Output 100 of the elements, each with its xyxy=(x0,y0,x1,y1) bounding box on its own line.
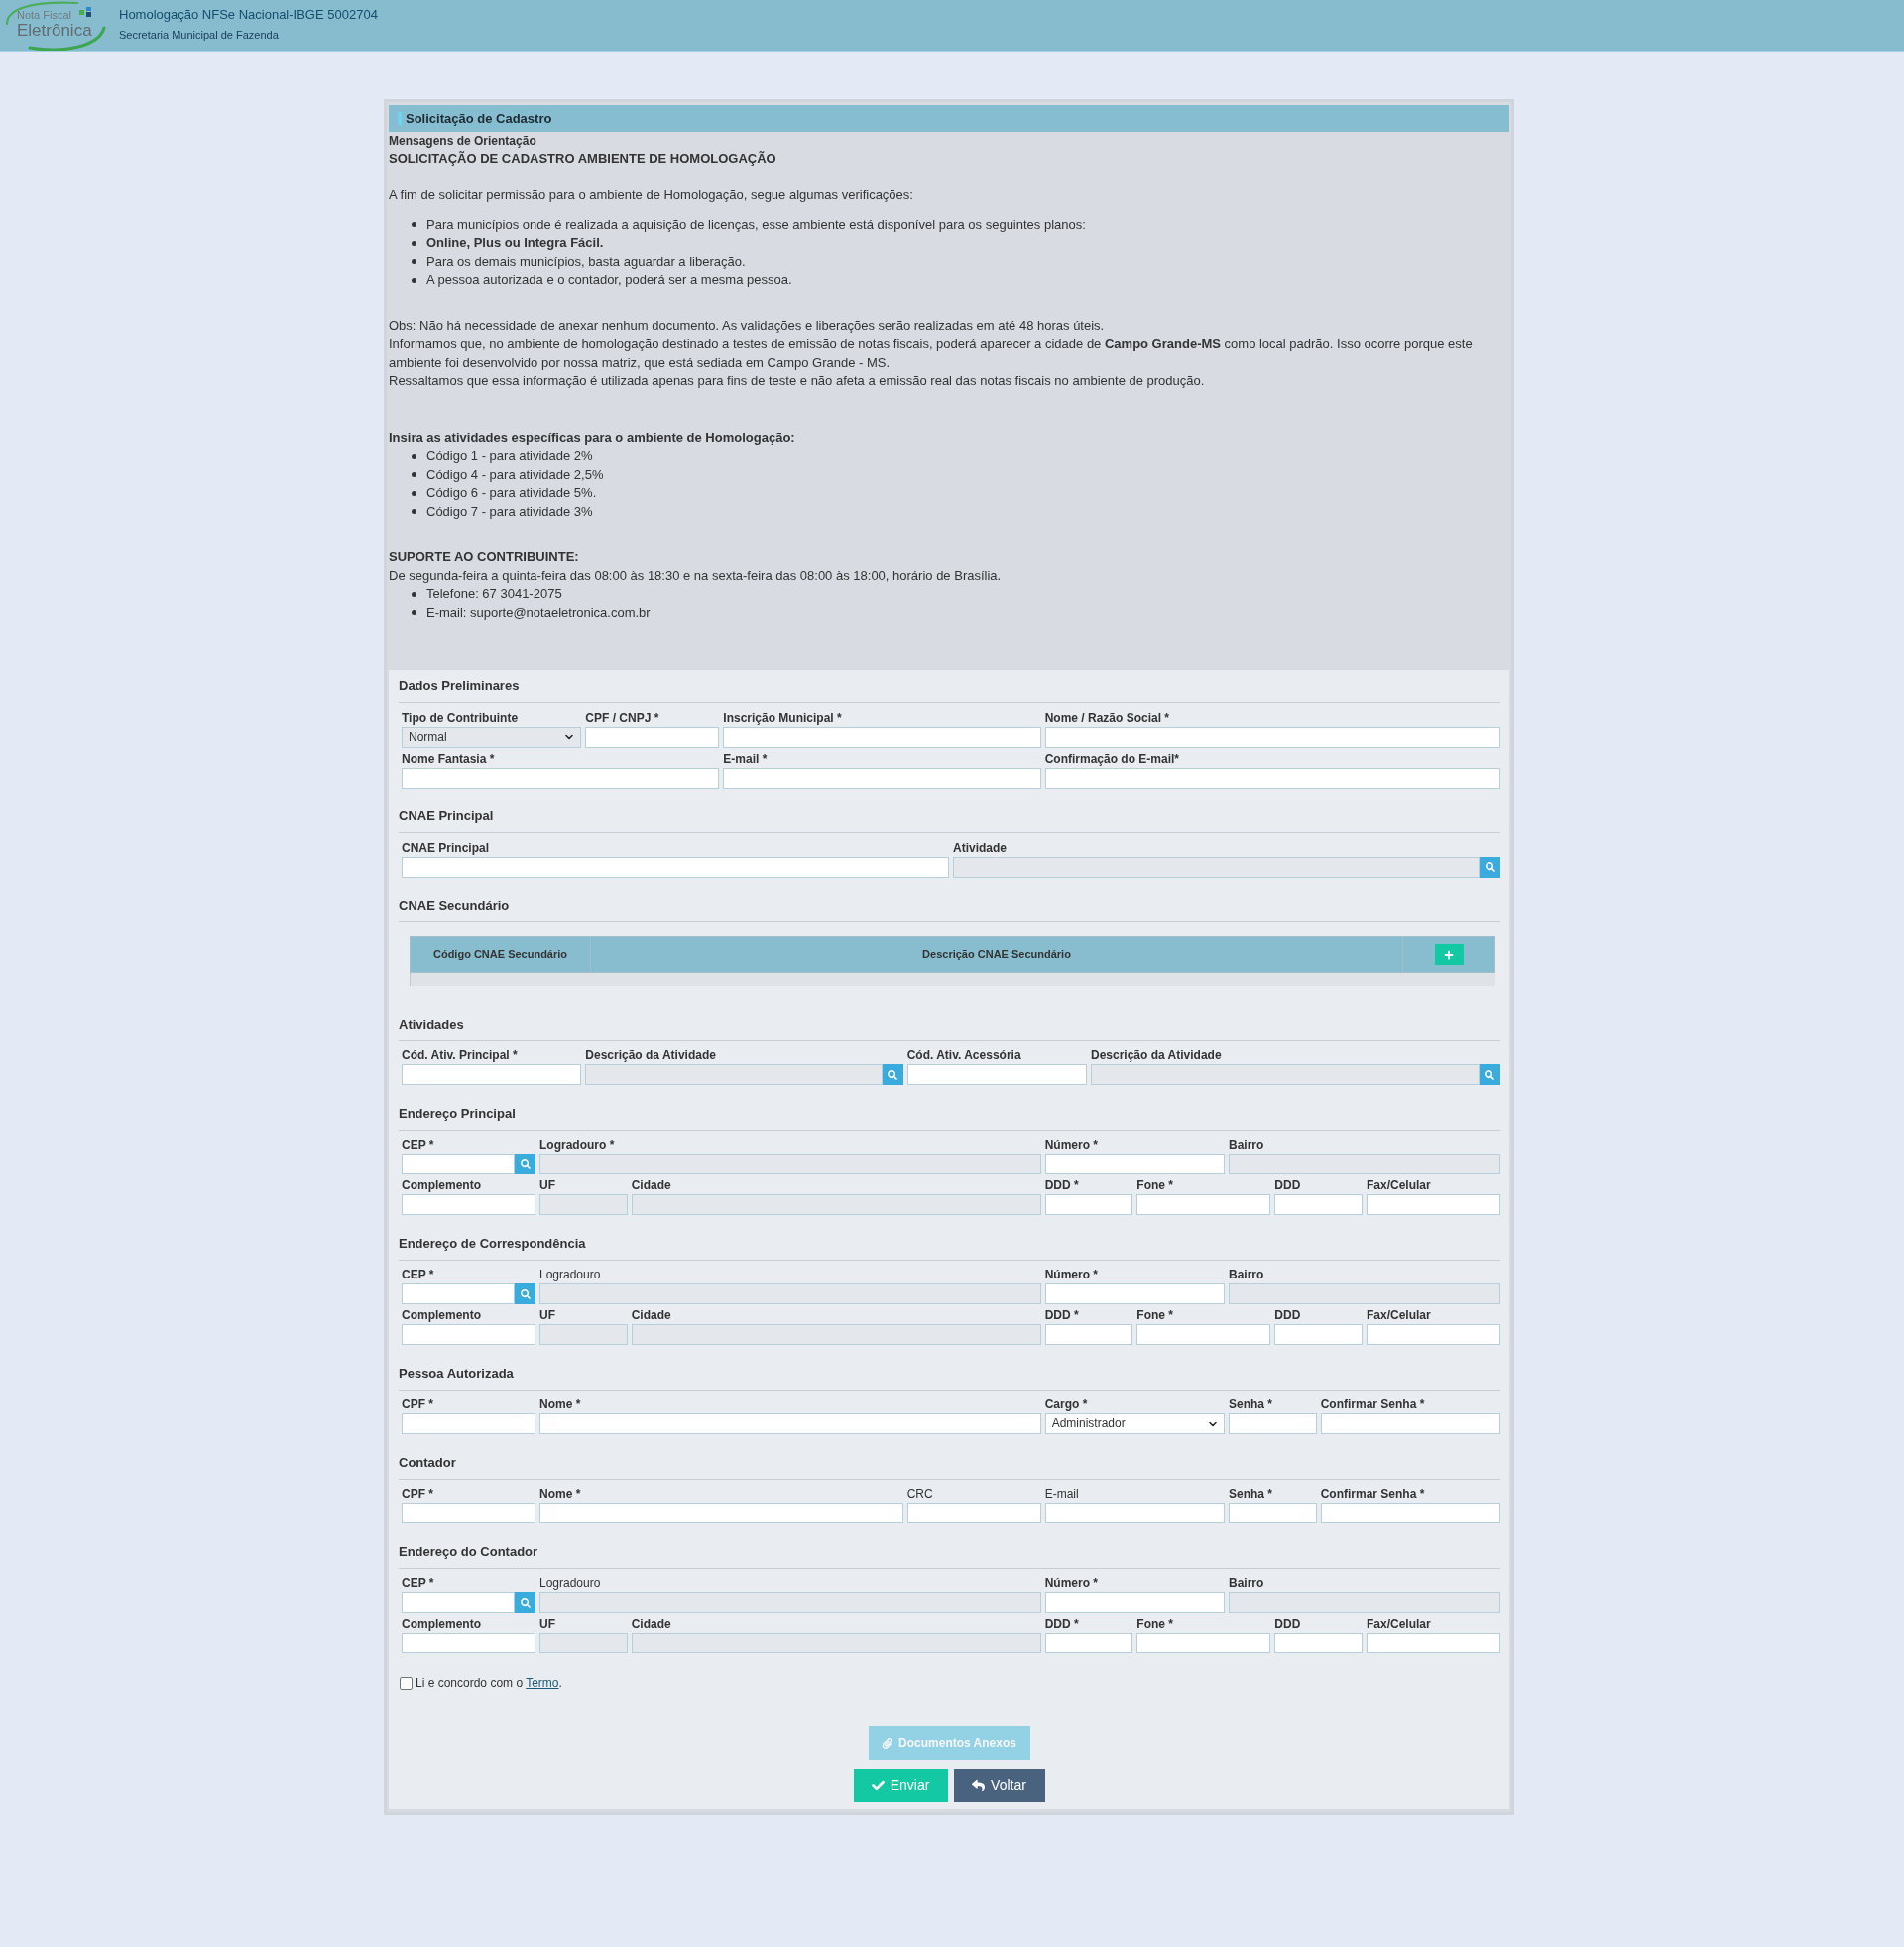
field-label: Tipo de Contribuinte xyxy=(402,710,519,725)
bullet-icon xyxy=(412,509,416,515)
text-field[interactable] xyxy=(1136,1324,1271,1345)
section-heading: CNAE Principal xyxy=(399,808,494,823)
plus-icon xyxy=(1444,949,1454,960)
text-field[interactable] xyxy=(1044,767,1500,789)
field-label: Complemento xyxy=(402,1308,481,1322)
back-button[interactable]: Voltar xyxy=(953,1769,1045,1802)
search-button[interactable] xyxy=(882,1064,903,1085)
text-field[interactable] xyxy=(1136,1194,1271,1215)
text-field[interactable] xyxy=(1044,1324,1133,1345)
text-field[interactable] xyxy=(402,1503,536,1523)
text-field[interactable] xyxy=(1044,1633,1133,1653)
field-label: Bairro xyxy=(1229,1576,1264,1590)
text-field[interactable] xyxy=(1044,1194,1133,1215)
text-field[interactable] xyxy=(1044,1154,1225,1174)
field-label: DDD xyxy=(1274,1617,1301,1631)
field-label: Cód. Ativ. Principal * xyxy=(402,1048,518,1062)
text-field[interactable] xyxy=(1044,1592,1225,1613)
text-field[interactable] xyxy=(402,856,949,878)
field-label: Confirmação do E-mail* xyxy=(1044,751,1179,766)
text-field[interactable] xyxy=(1367,1633,1500,1653)
text-field[interactable] xyxy=(402,1592,515,1613)
text-field[interactable] xyxy=(402,1154,515,1174)
field-label: Número * xyxy=(1044,1138,1098,1152)
field-label: Fax/Celular xyxy=(1367,1178,1431,1192)
terms-link[interactable]: Termo xyxy=(526,1676,559,1690)
search-button[interactable] xyxy=(515,1283,536,1304)
text-field[interactable] xyxy=(585,726,720,748)
section-heading: Pessoa Autorizada xyxy=(399,1365,514,1381)
field-label: Número * xyxy=(1044,1268,1098,1281)
note-text: Obs: Não há necessidade de anexar nenhum documento. As validações e liberações serão realizadas em até 48 horas úteis. xyxy=(389,316,1106,335)
bullet-icon xyxy=(412,277,416,283)
text-field[interactable] xyxy=(402,1283,515,1304)
field-label: Atividade xyxy=(953,840,1007,855)
add-button[interactable] xyxy=(1434,944,1464,965)
field-label: Nome / Razão Social * xyxy=(1044,710,1170,725)
text-field[interactable] xyxy=(906,1503,1041,1523)
text-field[interactable] xyxy=(1044,1283,1225,1304)
text-field[interactable] xyxy=(402,767,720,789)
text-field[interactable] xyxy=(906,1064,1087,1085)
section-heading: Endereço Principal xyxy=(399,1105,516,1121)
text-field[interactable] xyxy=(1044,726,1500,748)
text-field[interactable] xyxy=(402,1194,536,1215)
text-field[interactable] xyxy=(1320,1413,1500,1434)
text-field[interactable] xyxy=(1367,1324,1500,1345)
checkbox[interactable] xyxy=(400,1676,413,1690)
text-field[interactable] xyxy=(402,1324,536,1345)
field-label: CPF * xyxy=(402,1398,433,1411)
search-icon xyxy=(1485,862,1495,872)
field-label: Fone * xyxy=(1136,1617,1173,1631)
text-field[interactable] xyxy=(1320,1503,1500,1523)
text-field[interactable] xyxy=(723,767,1041,789)
list-item-text: Telefone: 67 3041-2075 xyxy=(426,585,562,603)
text-field[interactable] xyxy=(402,1064,582,1085)
list-item-text: Código 6 - para atividade 5%. xyxy=(426,484,597,502)
search-button[interactable] xyxy=(1480,1064,1500,1085)
field-label: Senha * xyxy=(1229,1487,1272,1501)
field-label: DDD xyxy=(1274,1308,1301,1322)
text-field[interactable] xyxy=(1229,1413,1317,1434)
paperclip-icon xyxy=(882,1737,893,1749)
select-field[interactable]: Administrador xyxy=(1044,1413,1225,1434)
text-field[interactable] xyxy=(1274,1324,1363,1345)
field-label: CEP * xyxy=(402,1268,434,1281)
text-field[interactable] xyxy=(539,1413,1041,1434)
field-label: Complemento xyxy=(402,1178,481,1192)
text-field[interactable] xyxy=(402,1633,536,1653)
field-label: UF xyxy=(539,1178,555,1192)
search-button[interactable] xyxy=(515,1154,536,1174)
text-field[interactable] xyxy=(1274,1194,1363,1215)
text-field[interactable] xyxy=(539,1503,903,1523)
field-label: Fax/Celular xyxy=(1367,1308,1431,1322)
field-label: CPF * xyxy=(402,1487,433,1501)
accent-bar-icon xyxy=(398,112,402,125)
field-label: Inscrição Municipal * xyxy=(723,710,842,725)
bullet-icon xyxy=(412,472,416,478)
field-label: CEP * xyxy=(402,1576,434,1590)
field-label: Logradouro xyxy=(539,1576,601,1590)
swoosh-icon xyxy=(4,0,107,51)
field-label: Confirmar Senha * xyxy=(1320,1487,1425,1501)
section-heading: CNAE Secundário xyxy=(399,898,510,913)
list-item-text: Para os demais municípios, basta aguardar a liberação. xyxy=(426,252,746,271)
field-label: UF xyxy=(539,1308,555,1322)
activities-title: Insira as atividades específicas para o ambiente de Homologação: xyxy=(389,429,795,445)
text-field[interactable] xyxy=(1229,1503,1317,1523)
search-button[interactable] xyxy=(1480,856,1500,878)
text-field[interactable] xyxy=(1044,1503,1225,1523)
text-field[interactable] xyxy=(1367,1194,1500,1215)
text-field[interactable] xyxy=(1274,1633,1363,1653)
page-subtitle: Secretaria Municipal de Fazenda xyxy=(119,28,279,42)
text-field[interactable] xyxy=(723,726,1041,748)
field-label: Fone * xyxy=(1136,1308,1173,1322)
field-label: Descrição da Atividade xyxy=(585,1048,716,1062)
support-hours-text: De segunda-feira a quinta-feira das 08:00 às 18:30 e na sexta-feira das 08:00 às 18:00, horário de Brasília. xyxy=(389,567,1002,583)
search-button[interactable] xyxy=(515,1592,536,1613)
list-item-text: Código 1 - para atividade 2% xyxy=(426,447,593,465)
search-icon xyxy=(520,1288,531,1299)
text-field[interactable] xyxy=(402,1413,536,1434)
field-label: Cód. Ativ. Acessória xyxy=(906,1048,1021,1062)
text-field[interactable] xyxy=(1136,1633,1271,1653)
